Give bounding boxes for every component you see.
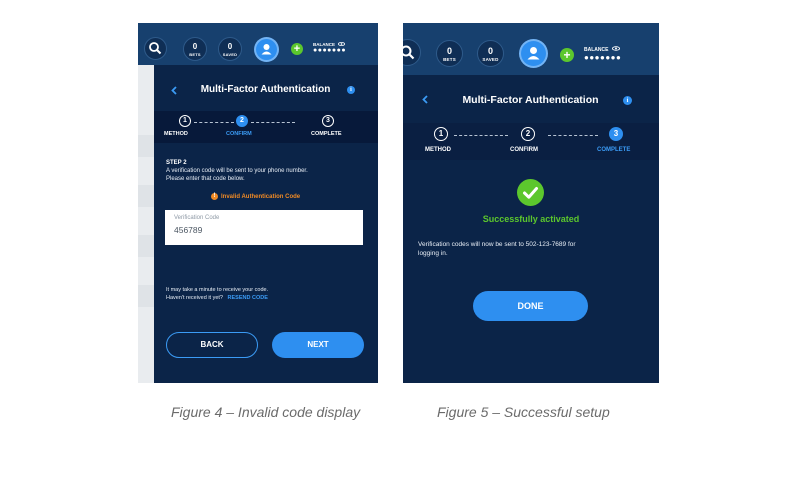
step-3-label: COMPLETE [311,131,342,137]
resend-hint-text: Haven't received it yet? [166,295,223,301]
balance-label: BALANCE [584,46,620,53]
background-stripe [138,285,154,307]
screen-invalid-code: 0 BETS 0 SAVED + BALANCE ●●●●●●● Multi-F… [138,23,378,383]
account-button[interactable] [254,37,279,62]
background-page [138,65,154,383]
step-3-circle: 3 [609,127,623,141]
search-icon [149,42,162,55]
figure-4-caption: Figure 4 – Invalid code display [171,404,361,420]
background-stripe [138,185,154,207]
confirmation-line-1: Verification codes will now be sent to 5… [418,241,576,248]
next-button[interactable]: NEXT [272,332,364,358]
step-connector [194,122,234,123]
bets-label: BETS [189,52,201,57]
progress-steps: 1 2 3 METHOD CONFIRM COMPLETE [154,111,378,143]
saved-count: 0 [487,46,493,56]
checkmark-glyph [523,187,538,199]
top-bar: 0 BETS 0 SAVED + BALANCE ●●●●●●● [138,23,378,65]
step-connector [251,122,295,123]
instructions-line-2: Please enter that code below. [166,176,245,182]
exclamation-icon: ! [211,193,218,200]
search-button[interactable] [403,39,421,66]
done-button[interactable]: DONE [473,291,588,321]
bets-label: BETS [443,57,456,62]
balance-value: ●●●●●●● [313,47,347,54]
resend-code-link[interactable]: RESEND CODE [228,295,268,301]
step-1-label: METHOD [164,131,188,137]
resend-hint-line-2: Haven't received it yet? RESEND CODE [166,295,268,301]
saved-button[interactable]: 0 SAVED [477,40,504,67]
resend-hint-line-1: It may take a minute to receive your cod… [166,287,269,293]
check-icon [517,179,544,206]
back-chevron-icon[interactable] [422,95,428,104]
account-button[interactable] [519,39,548,68]
info-icon[interactable]: i [623,96,632,105]
instructions-line-1: A verification code will be sent to your… [166,168,308,174]
step-2-circle: 2 [521,127,535,141]
deposit-button[interactable]: + [291,43,303,55]
search-icon [403,45,415,60]
saved-label: SAVED [482,57,499,62]
info-icon[interactable]: i [347,86,355,94]
eye-icon[interactable] [611,46,620,51]
field-value[interactable]: 456789 [174,225,202,235]
plus-icon: + [293,43,301,55]
step-connector [454,135,508,136]
deposit-button[interactable]: + [560,48,574,62]
field-label: Verification Code [174,215,220,221]
step-connector [548,135,598,136]
step-2-label: CONFIRM [226,131,252,137]
verification-code-field[interactable]: Verification Code 456789 [165,210,363,245]
top-bar: 0 BETS 0 SAVED + BALANCE ●●●●●●● [403,23,659,75]
search-button[interactable] [144,37,167,60]
bets-count: 0 [192,42,198,51]
step-2-label: CONFIRM [510,147,538,153]
saved-label: SAVED [222,52,238,57]
confirmation-line-2: logging in. [418,250,448,257]
mfa-panel: Multi-Factor Authentication i 1 2 3 METH… [403,75,659,383]
step-2-circle: 2 [236,115,248,127]
bets-count: 0 [446,46,452,56]
step-1-circle: 1 [179,115,191,127]
plus-icon: + [563,48,571,62]
back-button[interactable]: BACK [166,332,258,358]
background-stripe [138,135,154,157]
page-title: Multi-Factor Authentication [200,84,331,95]
saved-button[interactable]: 0 SAVED [218,37,242,61]
step-1-circle: 1 [434,127,448,141]
page-title: Multi-Factor Authentication [462,94,599,106]
user-icon [527,47,540,60]
step-3-circle: 3 [322,115,334,127]
eye-icon[interactable] [338,41,346,47]
bets-button[interactable]: 0 BETS [183,37,207,61]
mfa-panel: Multi-Factor Authentication i 1 2 3 METH… [154,65,378,383]
background-stripe [138,235,154,257]
bets-button[interactable]: 0 BETS [436,40,463,67]
step-heading: STEP 2 [166,160,187,166]
screen-successful-setup: 0 BETS 0 SAVED + BALANCE ●●●●●●● Multi-F… [403,23,659,383]
progress-steps: 1 2 3 METHOD CONFIRM COMPLETE [403,123,659,160]
user-icon [261,44,272,55]
back-chevron-icon[interactable] [171,86,177,95]
error-message: Invalid Authentication Code [221,194,301,200]
saved-count: 0 [227,42,233,51]
balance-value: ●●●●●●● [584,53,622,62]
step-1-label: METHOD [425,147,451,153]
step-3-label: COMPLETE [597,147,631,153]
success-message: Successfully activated [482,214,580,224]
figure-5-caption: Figure 5 – Successful setup [437,404,610,420]
